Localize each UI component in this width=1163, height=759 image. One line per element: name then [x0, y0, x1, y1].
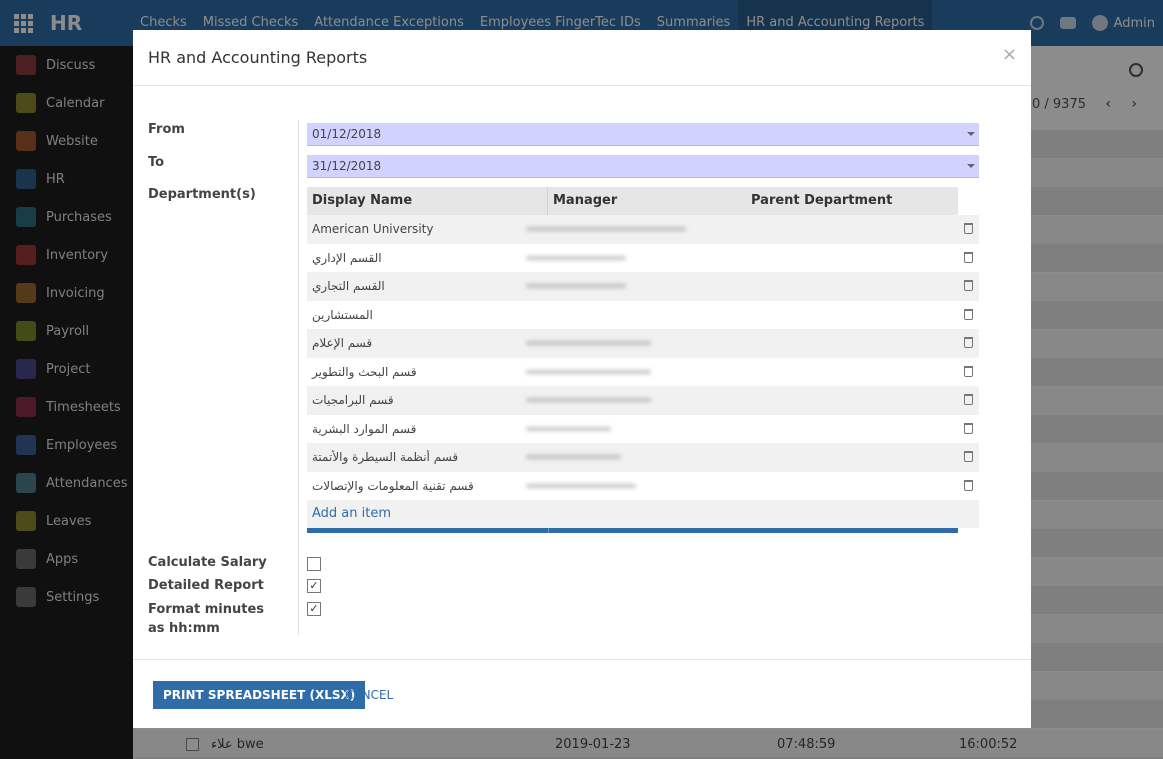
redacted-manager-name [526, 483, 636, 488]
department-row[interactable]: قسم الإعلام [307, 329, 979, 358]
to-date-value: 31/12/2018 [312, 159, 382, 173]
trash-icon[interactable] [964, 365, 973, 377]
trash-icon[interactable] [964, 479, 973, 491]
department-name: قسم الإعلام [312, 336, 373, 351]
department-name: American University [312, 222, 434, 237]
format-minutes-checkbox[interactable]: ✓ [307, 602, 321, 616]
chevron-down-icon[interactable] [967, 164, 975, 168]
redacted-manager-name [526, 284, 626, 288]
department-row[interactable]: القسم الإداري [307, 244, 979, 273]
to-label: To [148, 155, 165, 170]
department-row[interactable]: قسم البرامجيات [307, 386, 979, 415]
redacted-manager-name [526, 341, 651, 345]
redacted-manager-name [526, 369, 651, 374]
add-item-row: Add an item [307, 500, 979, 528]
department-row[interactable]: القسم التجاري [307, 272, 979, 301]
department-name: قسم البحث والتطوير [312, 364, 417, 379]
trash-icon[interactable] [964, 280, 973, 291]
departments-label: Department(s) [148, 187, 256, 202]
from-date-field[interactable]: 01/12/2018 [307, 123, 979, 146]
detailed-report-label: Detailed Report [148, 578, 264, 593]
department-name: قسم تقنية المعلومات والإتصالات [312, 478, 474, 493]
department-name: القسم الإداري [312, 250, 382, 265]
department-manager [526, 358, 746, 387]
department-row[interactable]: قسم الموارد البشرية [307, 415, 979, 444]
dialog-footer: PRINT SPREADSHEET (XLSX) CANCEL [133, 659, 1031, 728]
table-header: Display Name Manager Parent Department [307, 187, 958, 215]
department-manager [526, 215, 746, 244]
report-dialog: HR and Accounting Reports × From To Depa… [133, 30, 1031, 728]
redacted-manager-name [526, 255, 626, 260]
form-separator [298, 120, 299, 635]
trash-icon[interactable] [964, 308, 973, 320]
cancel-button[interactable]: CANCEL [345, 681, 393, 709]
table-footer-bar [307, 528, 958, 533]
to-date-field[interactable]: 31/12/2018 [307, 155, 979, 178]
department-row[interactable]: قسم أنظمة السيطرة والأتمتة [307, 443, 979, 472]
add-item-link[interactable]: Add an item [312, 506, 391, 521]
from-date-value: 01/12/2018 [312, 127, 382, 141]
detailed-report-checkbox[interactable]: ✓ [307, 579, 321, 593]
department-row[interactable]: قسم البحث والتطوير [307, 358, 979, 387]
department-name: قسم الموارد البشرية [312, 421, 417, 436]
print-spreadsheet-button[interactable]: PRINT SPREADSHEET (XLSX) [153, 681, 366, 709]
department-manager [526, 415, 746, 444]
redacted-manager-name [526, 398, 651, 402]
trash-icon[interactable] [964, 394, 973, 405]
department-manager [526, 386, 746, 415]
column-display-name[interactable]: Display Name [307, 187, 548, 215]
trash-icon[interactable] [964, 337, 973, 348]
trash-icon[interactable] [964, 223, 973, 234]
dialog-title: HR and Accounting Reports [148, 48, 368, 67]
department-row[interactable]: قسم تقنية المعلومات والإتصالات [307, 472, 979, 501]
department-manager [526, 272, 746, 301]
chevron-down-icon[interactable] [967, 132, 975, 136]
department-manager [526, 472, 746, 501]
redacted-manager-name [526, 455, 621, 459]
from-label: From [148, 122, 185, 137]
department-row[interactable]: American University [307, 215, 979, 244]
department-manager [526, 244, 746, 273]
trash-icon[interactable] [964, 251, 973, 263]
department-row[interactable]: المستشارين [307, 301, 979, 330]
format-minutes-label: Format minutes as hh:mm [148, 602, 265, 636]
department-manager [526, 443, 746, 472]
department-name: القسم التجاري [312, 279, 385, 294]
redacted-manager-name [526, 227, 686, 231]
department-manager [526, 329, 746, 358]
dialog-header: HR and Accounting Reports × [133, 30, 1031, 86]
department-name: المستشارين [312, 307, 373, 322]
calculate-salary-label: Calculate Salary [148, 555, 267, 570]
trash-icon[interactable] [964, 422, 973, 434]
department-manager [548, 301, 746, 330]
department-name: قسم أنظمة السيطرة والأتمتة [312, 450, 459, 465]
departments-table: Display Name Manager Parent Department A… [307, 187, 979, 533]
redacted-manager-name [526, 426, 611, 431]
department-name: قسم البرامجيات [312, 393, 394, 408]
calculate-salary-checkbox[interactable] [307, 557, 321, 571]
column-manager[interactable]: Manager [548, 187, 746, 215]
trash-icon[interactable] [964, 451, 973, 462]
column-parent-department[interactable]: Parent Department [746, 187, 958, 215]
close-icon[interactable]: × [1002, 44, 1017, 65]
